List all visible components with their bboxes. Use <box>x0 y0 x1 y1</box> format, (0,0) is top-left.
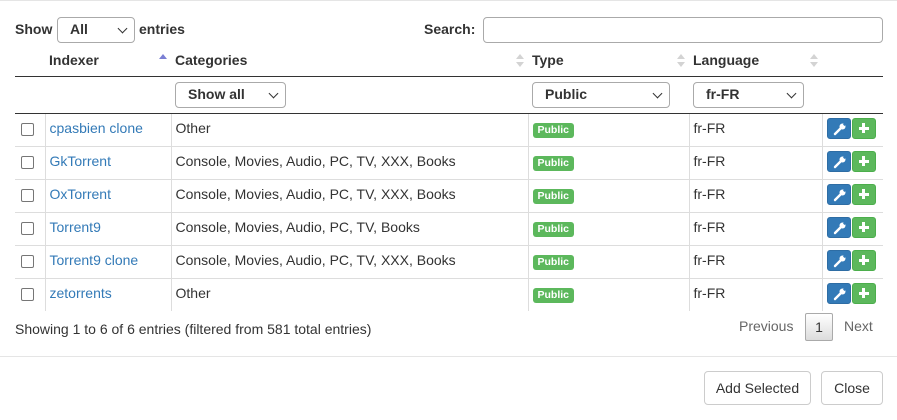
page-button-current[interactable]: 1 <box>805 313 833 341</box>
configure-button[interactable] <box>826 282 851 304</box>
next-page-button[interactable]: Next <box>844 318 873 334</box>
language-cell: fr-FR <box>688 211 822 245</box>
header-categories[interactable]: Categories <box>171 44 528 77</box>
wrench-icon <box>833 188 846 201</box>
table-body: cpasbien clone Other Public fr-FR GkTorr… <box>15 113 883 311</box>
sort-icon <box>516 54 524 68</box>
wrench-icon <box>833 122 846 135</box>
type-badge: Public <box>532 254 575 270</box>
table-controls: Show All entries Search: <box>15 17 883 43</box>
configure-button[interactable] <box>826 117 851 139</box>
categories-cell: Console, Movies, Audio, PC, TV, Books <box>170 211 528 245</box>
categories-cell: Console, Movies, Audio, PC, TV, XXX, Boo… <box>170 244 528 278</box>
type-filter-select[interactable]: Public <box>532 81 670 108</box>
sort-icon <box>810 54 818 68</box>
categories-cell: Other <box>170 277 528 311</box>
categories-cell: Other <box>170 113 528 146</box>
add-indexer-button[interactable] <box>851 117 876 139</box>
configure-button[interactable] <box>826 150 851 172</box>
header-type-label: Type <box>532 51 564 68</box>
search-label: Search: <box>424 21 476 37</box>
close-button[interactable]: Close <box>821 371 883 405</box>
add-indexer-button[interactable] <box>851 150 876 172</box>
language-cell: fr-FR <box>688 113 822 146</box>
header-language[interactable]: Language <box>689 44 822 77</box>
table-row: Torrent9 Console, Movies, Audio, PC, TV,… <box>15 211 883 245</box>
filter-body: Show all Public fr-FR <box>15 76 883 114</box>
chevron-down-icon <box>652 88 663 98</box>
header-categories-label: Categories <box>175 51 248 68</box>
chevron-down-icon <box>117 23 128 34</box>
indexer-link[interactable]: Torrent9 clone <box>46 252 139 268</box>
type-badge: Public <box>532 221 575 237</box>
configure-button[interactable] <box>826 216 851 238</box>
add-indexer-button[interactable] <box>851 282 876 304</box>
add-indexer-button[interactable] <box>851 183 876 205</box>
header-row: Indexer Categories Type Language <box>15 44 883 77</box>
type-badge: Public <box>532 188 575 204</box>
add-indexer-button[interactable] <box>851 249 876 271</box>
wrench-icon <box>833 254 846 267</box>
modal-footer-divider <box>0 356 897 357</box>
table-row: cpasbien clone Other Public fr-FR <box>15 113 883 146</box>
indexer-link[interactable]: Torrent9 <box>46 219 101 235</box>
type-badge: Public <box>532 122 575 138</box>
wrench-icon <box>833 287 846 300</box>
header-select <box>15 44 45 77</box>
categories-cell: Console, Movies, Audio, PC, TV, XXX, Boo… <box>170 145 528 179</box>
length-suffix-label: entries <box>139 21 185 37</box>
previous-page-button[interactable]: Previous <box>739 318 793 334</box>
sort-icon <box>677 54 685 68</box>
row-checkbox[interactable] <box>21 254 34 268</box>
add-selected-button[interactable]: Add Selected <box>704 371 811 405</box>
length-label: Show <box>15 21 56 37</box>
type-badge: Public <box>532 155 575 171</box>
row-checkbox[interactable] <box>21 188 34 202</box>
wrench-icon <box>833 221 846 234</box>
table-row: GkTorrent Console, Movies, Audio, PC, TV… <box>15 145 883 179</box>
type-filter-value: Public <box>545 85 588 102</box>
table-row: OxTorrent Console, Movies, Audio, PC, TV… <box>15 178 883 212</box>
configure-button[interactable] <box>826 183 851 205</box>
search-input[interactable] <box>483 17 883 43</box>
indexer-link[interactable]: cpasbien clone <box>46 120 143 136</box>
indexer-link[interactable]: OxTorrent <box>46 186 111 202</box>
entries-length-select[interactable]: All <box>57 17 135 43</box>
language-cell: fr-FR <box>688 244 822 278</box>
table-row: zetorrents Other Public fr-FR <box>15 277 883 311</box>
indexer-link[interactable]: zetorrents <box>46 285 112 301</box>
language-filter-select[interactable]: fr-FR <box>693 81 804 108</box>
header-indexer[interactable]: Indexer <box>45 44 171 77</box>
categories-filter-select[interactable]: Show all <box>175 81 286 108</box>
modal-top-border <box>0 0 897 1</box>
row-checkbox[interactable] <box>21 287 34 301</box>
chevron-down-icon <box>786 88 797 98</box>
sort-ascending-icon <box>159 54 167 68</box>
row-checkbox[interactable] <box>21 122 34 136</box>
length-show-label: Show <box>15 21 53 37</box>
add-indexer-button[interactable] <box>851 216 876 238</box>
indexer-link[interactable]: GkTorrent <box>46 153 111 169</box>
categories-filter-value: Show all <box>188 85 245 102</box>
type-badge: Public <box>532 287 575 303</box>
entries-length-value: All <box>70 21 88 37</box>
header-indexer-label: Indexer <box>49 51 99 68</box>
header-actions <box>822 44 883 77</box>
table-row: Torrent9 clone Console, Movies, Audio, P… <box>15 244 883 278</box>
row-checkbox[interactable] <box>21 155 34 169</box>
configure-button[interactable] <box>826 249 851 271</box>
categories-cell: Console, Movies, Audio, PC, TV, XXX, Boo… <box>170 178 528 212</box>
indexer-table: Indexer Categories Type Language Show al… <box>15 44 883 311</box>
language-cell: fr-FR <box>688 277 822 311</box>
header-type[interactable]: Type <box>528 44 689 77</box>
row-checkbox[interactable] <box>21 221 34 235</box>
wrench-icon <box>833 155 846 168</box>
language-cell: fr-FR <box>688 178 822 212</box>
table-info: Showing 1 to 6 of 6 entries (filtered fr… <box>15 321 372 337</box>
language-cell: fr-FR <box>688 145 822 179</box>
filter-row: Show all Public fr-FR <box>15 76 883 114</box>
language-filter-value: fr-FR <box>706 85 740 102</box>
header-language-label: Language <box>693 51 760 68</box>
chevron-down-icon <box>268 88 279 98</box>
